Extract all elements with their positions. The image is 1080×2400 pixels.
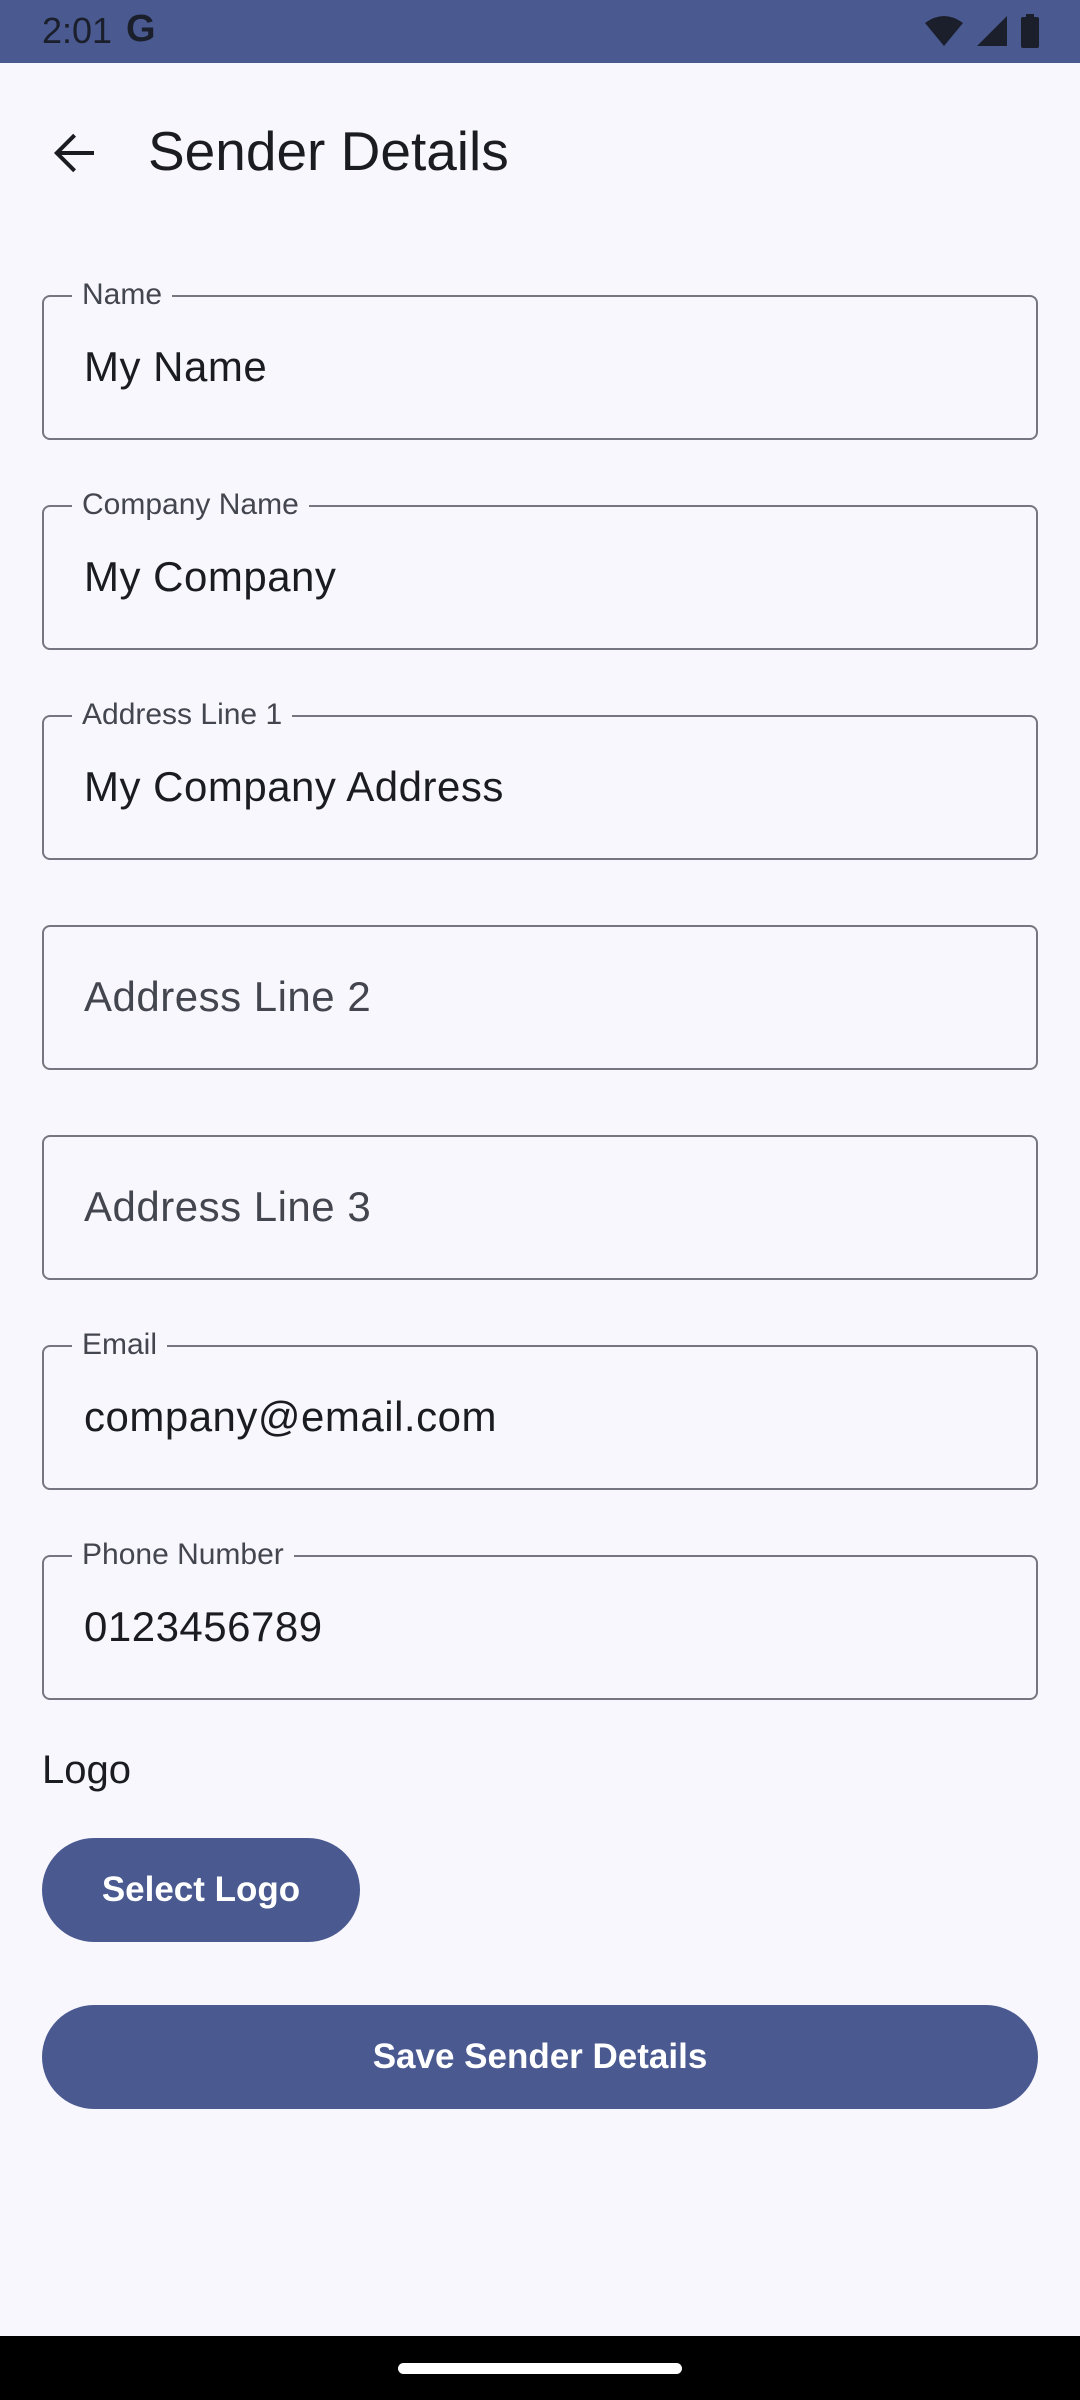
company-name-field[interactable]: Company Name My Company	[42, 485, 1038, 650]
sender-details-screen: 2:01 G Sender Details Name My Name Compa…	[0, 0, 1080, 2400]
logo-heading: Logo	[42, 1748, 131, 1792]
address-line-3-placeholder: Address Line 3	[84, 1183, 372, 1230]
phone-number-value: 0123456789	[84, 1603, 323, 1650]
app-bar: Sender Details	[0, 63, 1080, 231]
save-sender-details-button[interactable]: Save Sender Details	[42, 2005, 1038, 2109]
email-value: company@email.com	[84, 1393, 497, 1440]
address-line-1-label: Address Line 1	[72, 695, 293, 735]
status-bar: 2:01 G	[0, 0, 1080, 63]
address-line-1-value: My Company Address	[84, 763, 504, 810]
phone-number-label: Phone Number	[72, 1535, 294, 1575]
select-logo-button[interactable]: Select Logo	[42, 1838, 360, 1942]
status-time: 2:01	[42, 10, 113, 51]
email-field[interactable]: Email company@email.com	[42, 1325, 1038, 1490]
address-line-2-placeholder: Address Line 2	[84, 973, 372, 1020]
company-name-value: My Company	[84, 553, 337, 600]
signal-icon	[977, 16, 1007, 46]
address-line-3-field[interactable]: Address Line 3	[42, 1135, 1038, 1280]
name-value: My Name	[84, 343, 268, 390]
status-icons	[924, 14, 1040, 48]
back-button[interactable]	[36, 115, 112, 191]
battery-icon	[1021, 14, 1039, 48]
page-title: Sender Details	[148, 120, 509, 182]
home-gesture-handle[interactable]	[398, 2363, 682, 2374]
company-name-label: Company Name	[72, 485, 309, 525]
address-line-2-field[interactable]: Address Line 2	[42, 925, 1038, 1070]
email-label: Email	[72, 1325, 168, 1365]
name-label: Name	[72, 275, 173, 315]
google-icon: G	[126, 8, 156, 50]
wifi-icon	[925, 16, 963, 46]
address-line-1-field[interactable]: Address Line 1 My Company Address	[42, 695, 1038, 860]
name-field[interactable]: Name My Name	[42, 275, 1038, 440]
arrow-back-icon	[54, 133, 94, 173]
phone-number-field[interactable]: Phone Number 0123456789	[42, 1535, 1038, 1700]
